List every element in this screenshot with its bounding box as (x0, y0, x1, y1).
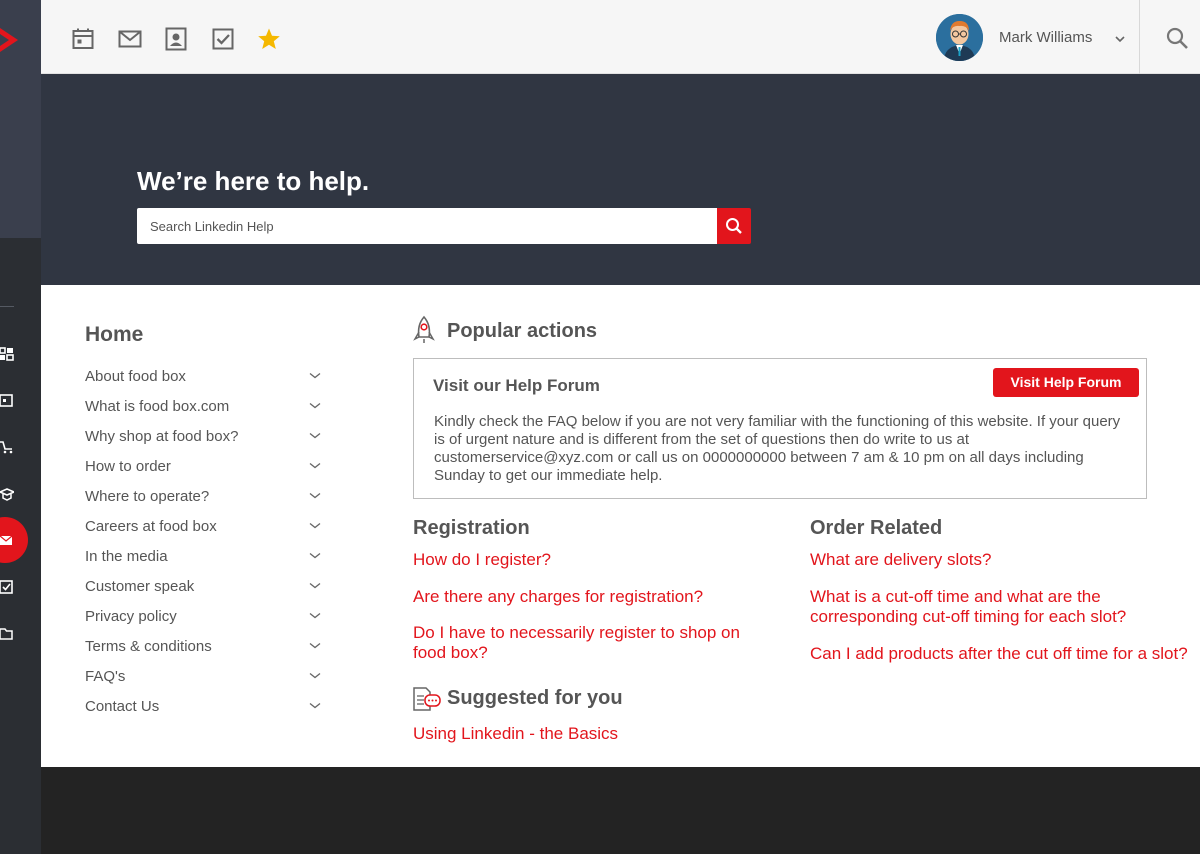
registration-title: Registration (413, 517, 530, 539)
hero-title: We’re here to help. (137, 166, 370, 196)
forum-title: Visit our Help Forum (433, 376, 600, 395)
chevron-down-icon[interactable] (309, 701, 321, 711)
faq-link[interactable]: What are delivery slots? (810, 550, 1190, 570)
chevron-down-icon[interactable] (309, 401, 321, 411)
nav-item-label: Terms & conditions (85, 638, 212, 655)
nav-item-label: How to order (85, 458, 171, 475)
star-icon[interactable] (257, 27, 281, 51)
order-related-title: Order Related (810, 517, 943, 539)
nav-item-label: In the media (85, 548, 168, 565)
hero-banner: We’re here to help. (41, 74, 1200, 285)
checkbox-icon[interactable] (211, 27, 235, 51)
nav-item-contact[interactable]: Contact Us (85, 698, 321, 720)
search-icon[interactable] (1165, 26, 1189, 50)
nav-item-what-is[interactable]: What is food box.com (85, 398, 321, 420)
left-rail (0, 0, 41, 854)
search-icon (726, 218, 742, 234)
checkbox-icon[interactable] (0, 580, 14, 594)
nav-item-privacy[interactable]: Privacy policy (85, 608, 321, 630)
user-avatar-icon (936, 14, 983, 61)
nav-item-label: Where to operate? (85, 488, 210, 505)
search-button[interactable] (717, 208, 751, 244)
cart-icon[interactable] (0, 440, 14, 454)
faq-link[interactable]: Are there any charges for registration? (413, 587, 773, 607)
visit-help-forum-button[interactable]: Visit Help Forum (993, 368, 1139, 397)
nav-item-label: About food box (85, 368, 186, 385)
rail-divider (0, 306, 14, 307)
forum-description: Kindly check the FAQ below if you are no… (434, 413, 1121, 484)
suggested-title: Suggested for you (447, 687, 623, 709)
nav-item-careers[interactable]: Careers at food box (85, 518, 321, 540)
calendar-icon[interactable] (71, 27, 95, 51)
nav-item-why-shop[interactable]: Why shop at food box? (85, 428, 321, 450)
chevron-down-icon[interactable] (1114, 33, 1126, 45)
chevron-down-icon[interactable] (309, 461, 321, 471)
nav-title: Home (85, 323, 144, 346)
user-name[interactable]: Mark Williams (999, 29, 1092, 46)
logo-icon[interactable] (0, 20, 20, 60)
help-search-input[interactable] (137, 208, 717, 244)
nav-item-how-to-order[interactable]: How to order (85, 458, 321, 480)
graduation-cap-icon[interactable] (0, 487, 14, 501)
chevron-down-icon[interactable] (309, 371, 321, 381)
chevron-down-icon[interactable] (309, 521, 321, 531)
chevron-down-icon[interactable] (309, 551, 321, 561)
chevron-down-icon[interactable] (309, 581, 321, 591)
header-divider (1139, 0, 1140, 74)
nav-item-label: Customer speak (85, 578, 195, 595)
chevron-down-icon[interactable] (309, 671, 321, 681)
nav-item-terms[interactable]: Terms & conditions (85, 638, 321, 660)
mail-icon[interactable] (0, 534, 14, 548)
help-search-box (137, 208, 719, 244)
nav-item-label: What is food box.com (85, 398, 230, 415)
dashboard-icon[interactable] (0, 347, 14, 361)
suggested-link[interactable]: Using Linkedin - the Basics (413, 724, 773, 744)
nav-item-label: Privacy policy (85, 608, 177, 625)
chat-document-icon (413, 687, 441, 711)
chevron-down-icon[interactable] (309, 641, 321, 651)
nav-item-faq[interactable]: FAQ's (85, 668, 321, 690)
rocket-icon (413, 315, 435, 343)
avatar[interactable] (936, 14, 983, 61)
nav-item-about[interactable]: About food box (85, 368, 321, 390)
nav-item-label: FAQ's (85, 668, 126, 685)
nav-item-label: Why shop at food box? (85, 428, 239, 445)
nav-item-where-operate[interactable]: Where to operate? (85, 488, 321, 510)
calendar-icon[interactable] (0, 393, 14, 407)
nav-item-label: Contact Us (85, 698, 160, 715)
help-content: Home About food box What is food box.com… (41, 285, 1200, 767)
chevron-down-icon[interactable] (309, 611, 321, 621)
folder-icon[interactable] (0, 626, 14, 640)
faq-link[interactable]: How do I register? (413, 550, 773, 570)
footer (41, 767, 1200, 854)
nav-item-media[interactable]: In the media (85, 548, 321, 570)
faq-link[interactable]: Can I add products after the cut off tim… (810, 644, 1190, 664)
top-header: Mark Williams (41, 0, 1200, 74)
nav-item-label: Careers at food box (85, 518, 217, 535)
contact-card-icon[interactable] (164, 27, 188, 51)
faq-link[interactable]: What is a cut-off time and what are the … (810, 587, 1190, 627)
chevron-down-icon[interactable] (309, 431, 321, 441)
help-forum-card: Visit our Help Forum Visit Help Forum Ki… (413, 358, 1147, 499)
nav-item-customer-speak[interactable]: Customer speak (85, 578, 321, 600)
popular-actions-title: Popular actions (447, 320, 598, 342)
faq-link[interactable]: Do I have to necessarily register to sho… (413, 623, 773, 663)
chevron-down-icon[interactable] (309, 491, 321, 501)
mail-icon[interactable] (118, 27, 142, 51)
